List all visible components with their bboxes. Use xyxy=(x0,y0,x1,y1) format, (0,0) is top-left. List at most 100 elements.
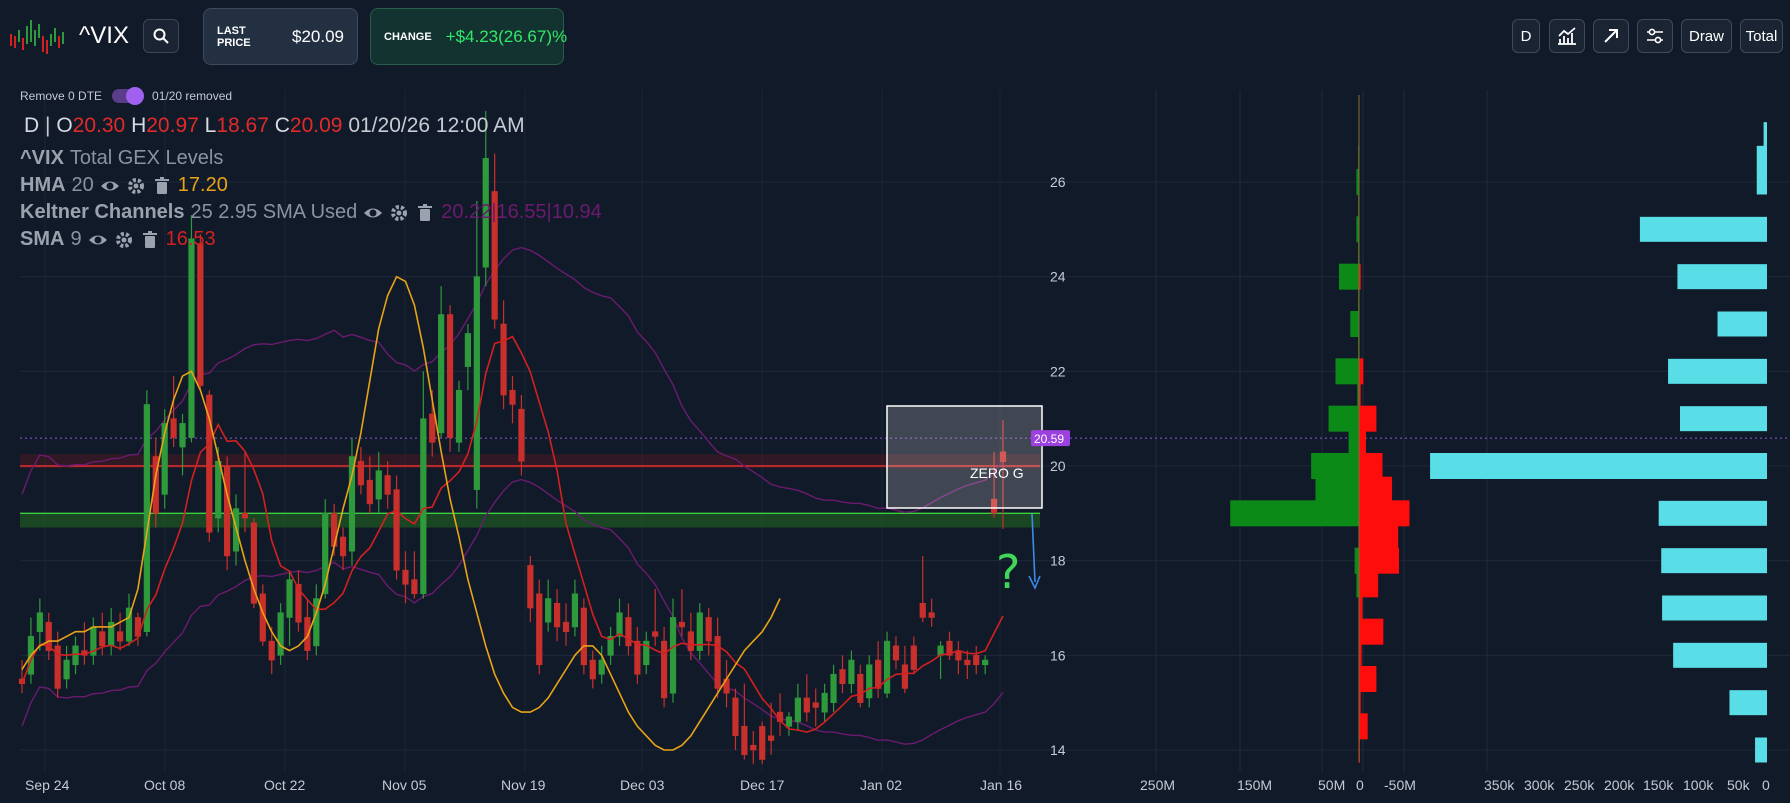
oi-bar xyxy=(1756,169,1767,195)
candle-body xyxy=(964,659,971,666)
candle xyxy=(928,598,935,627)
candle-body xyxy=(910,645,917,670)
candle xyxy=(589,650,596,689)
oi-bar xyxy=(1658,500,1767,526)
study-keltner: Keltner Channels 25 2.95 SMA Used 20.22|… xyxy=(20,201,602,224)
last-price-pill: LAST PRICE $20.09 xyxy=(203,8,358,65)
candle-body xyxy=(598,659,605,675)
change-label: CHANGE xyxy=(384,30,432,43)
period-button[interactable]: D xyxy=(1512,19,1540,53)
study-sma-params: 9 xyxy=(70,228,82,250)
trash-icon[interactable] xyxy=(140,230,160,250)
candle-body xyxy=(446,314,454,438)
candle xyxy=(883,631,891,698)
candle-body xyxy=(794,697,801,722)
candle-body xyxy=(580,607,587,666)
candle xyxy=(527,555,534,623)
ohlc-high-label: H xyxy=(131,114,147,137)
gear-icon[interactable] xyxy=(114,230,134,250)
oi-bar xyxy=(1662,595,1767,621)
candle xyxy=(696,603,703,661)
candle-body xyxy=(545,598,552,623)
draw-button[interactable]: Draw xyxy=(1681,19,1732,53)
candle-body xyxy=(393,489,400,571)
candle xyxy=(723,660,730,708)
ohlc-high-value: 20.97 xyxy=(146,114,199,137)
candle-body xyxy=(883,640,891,694)
candle-body xyxy=(928,612,935,618)
candle xyxy=(634,626,641,684)
question-mark-annotation: ? xyxy=(996,545,1020,599)
candle-body xyxy=(215,460,222,519)
candle xyxy=(536,579,543,675)
candle xyxy=(812,688,819,727)
candle xyxy=(661,626,668,708)
candle xyxy=(839,655,846,694)
gear-icon[interactable] xyxy=(126,176,146,196)
candle xyxy=(892,636,900,670)
candle-body xyxy=(732,697,739,737)
search-button[interactable] xyxy=(143,19,179,53)
arrow-up-right-icon xyxy=(1604,29,1618,43)
x-tick-label: Oct 08 xyxy=(144,777,185,793)
zero-g-label: ZERO G xyxy=(970,465,1024,481)
candle-body xyxy=(509,389,516,405)
candle xyxy=(455,380,463,452)
trash-icon[interactable] xyxy=(152,176,172,196)
candle-body xyxy=(188,238,195,438)
change-pill: CHANGE +$4.23(26.67)% xyxy=(370,8,567,65)
candle xyxy=(420,371,427,599)
candle-body xyxy=(571,593,579,628)
candle-body xyxy=(821,692,828,713)
candle xyxy=(224,456,231,571)
candle-body xyxy=(705,617,712,642)
remove-0dte-toggle[interactable] xyxy=(112,87,145,105)
candle xyxy=(446,305,454,452)
oi-x-tick-label: 250k xyxy=(1564,777,1595,793)
study-hma-name: HMA xyxy=(20,174,66,196)
y-tick-label: 22 xyxy=(1050,363,1066,379)
candle xyxy=(830,664,837,713)
oi-bar xyxy=(1668,358,1767,384)
candle xyxy=(910,636,917,675)
gex-put-bar xyxy=(1359,571,1379,598)
candle-body xyxy=(420,418,427,595)
candle-body xyxy=(411,579,418,595)
trash-icon[interactable] xyxy=(415,203,435,223)
candle-body xyxy=(982,659,989,666)
candle xyxy=(616,598,623,646)
candle-body xyxy=(759,726,766,760)
eye-icon[interactable] xyxy=(100,176,120,196)
candle xyxy=(500,300,507,410)
gex-put-bar xyxy=(1359,405,1377,432)
candle-body xyxy=(661,640,668,699)
settings-button[interactable] xyxy=(1637,19,1673,53)
y-tick-label: 24 xyxy=(1050,269,1066,285)
gex-x-tick-label: 250M xyxy=(1140,777,1175,793)
ohlc-separator: | xyxy=(45,114,51,137)
candle xyxy=(393,475,400,580)
study-gex: ^VIX Total GEX Levels xyxy=(20,147,223,170)
candle-body xyxy=(553,602,561,628)
candle xyxy=(821,683,828,722)
gex-call-bar xyxy=(1335,358,1359,385)
candle xyxy=(973,645,980,675)
eye-icon[interactable] xyxy=(363,203,383,223)
chart-area[interactable]: ZERO G? 20.59 14 16 18 20 22 24 26 Sep 24 Oct 08 Oc… xyxy=(0,80,1790,803)
eye-icon[interactable] xyxy=(88,230,108,250)
gex-x-tick-label: 0 xyxy=(1356,777,1364,793)
total-button[interactable]: Total xyxy=(1740,19,1783,53)
study-hma-value: 17.20 xyxy=(177,174,228,196)
candle xyxy=(955,641,962,675)
indicators-button[interactable] xyxy=(1549,19,1585,53)
candle xyxy=(348,437,356,566)
candle-body xyxy=(197,243,204,386)
oi-bar xyxy=(1639,216,1767,242)
gear-icon[interactable] xyxy=(389,203,409,223)
candle-body xyxy=(224,465,231,557)
trend-button[interactable] xyxy=(1593,19,1629,53)
candle-body xyxy=(589,659,596,680)
candle-body xyxy=(36,612,43,632)
gex-put-bar xyxy=(1359,429,1366,456)
last-price-tag-text: 20.59 xyxy=(1034,432,1064,446)
